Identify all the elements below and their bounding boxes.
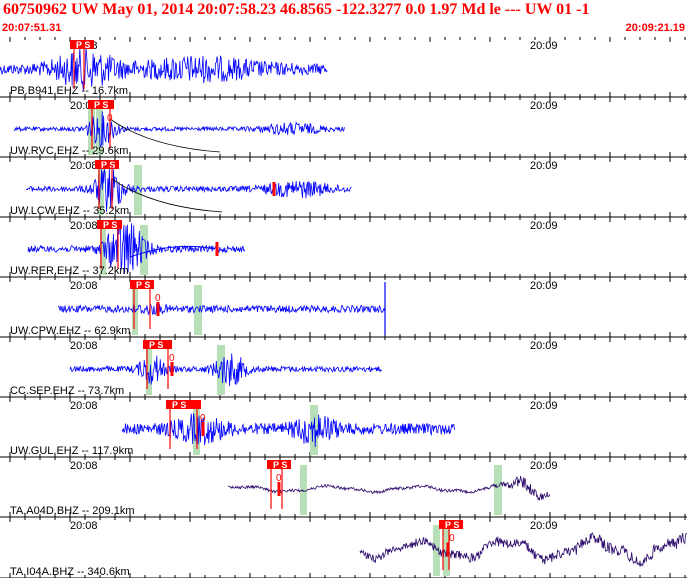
trace-row-5[interactable]: 20:08 20:09 P S 0 UW.CPW.EHZ -- 62.9km xyxy=(0,277,687,338)
waveform xyxy=(69,353,382,387)
station-label: TA.I04A.BHZ -- 340.6km xyxy=(10,566,130,578)
pick-weight-label: 0 xyxy=(107,113,113,124)
station-label: CC.SEP.EHZ -- 73.7km xyxy=(10,385,124,397)
waveform xyxy=(359,532,687,567)
tick-label-2008: 20:08 xyxy=(70,460,98,472)
pick-tag-label: P S xyxy=(94,100,108,110)
pick-weight-label: 0 xyxy=(276,473,282,484)
tick-label-2009: 20:09 xyxy=(530,280,558,292)
amplitude-marker xyxy=(446,542,450,557)
amplitude-marker xyxy=(156,302,160,316)
pick-tag-label: P S xyxy=(101,160,115,170)
tick-label-2008: 20:08 xyxy=(70,160,98,172)
station-label: PB.B941.EHZ -- 16.7km xyxy=(10,85,128,97)
tick-label-2009: 20:09 xyxy=(530,520,558,532)
tick-label-2008: 20:08 xyxy=(70,520,98,532)
event-title: 60750962 UW May 01, 2014 20:07:58.23 46.… xyxy=(3,1,590,18)
amplitude-marker xyxy=(272,182,276,196)
tick-label-2008: 20:08 xyxy=(70,280,98,292)
station-label: UW.CPW.EHZ -- 62.9km xyxy=(10,325,130,337)
waveform xyxy=(121,413,455,448)
trace-row-6[interactable]: 20:08 20:09 P S 0 CC.SEP.EHZ -- 73.7km xyxy=(0,337,687,398)
trace-row-8[interactable]: 20:08 20:09 P S 0 TA.A04D.BHZ -- 209.1km xyxy=(0,457,687,518)
amplitude-marker xyxy=(277,482,281,496)
pick-tag-label: P S xyxy=(149,340,163,350)
tick-label-2008: 20:08 xyxy=(70,340,98,352)
end-time: 20:09:21.19 xyxy=(625,22,685,34)
tick-label-2009: 20:09 xyxy=(530,340,558,352)
pick-weight-label: 0 xyxy=(200,413,206,424)
trace-row-4[interactable]: 20:08 20:09 P S UW.RER.EHZ -- 37.2km xyxy=(0,217,687,278)
tick-label-2009: 20:09 xyxy=(530,100,558,112)
amplitude-marker xyxy=(170,362,174,376)
station-label: UW.RER.EHZ -- 37.2km xyxy=(10,265,129,277)
trace-row-1[interactable]: 20:0820:09P SPB.B941.EHZ -- 16.7km xyxy=(0,37,687,98)
tick-label-2009: 20:09 xyxy=(530,460,558,472)
pick-tag-label: P S xyxy=(76,40,90,50)
seismogram-traces[interactable]: 20:0820:09P SPB.B941.EHZ -- 16.7km20:082… xyxy=(0,37,687,578)
tick-label-2009: 20:09 xyxy=(530,160,558,172)
pick-tag-label: P S xyxy=(103,220,117,230)
event-header: 60750962 UW May 01, 2014 20:07:58.23 46.… xyxy=(0,0,687,37)
pick-window xyxy=(300,465,307,515)
seismogram-panel[interactable]: 20:0820:09P SPB.B941.EHZ -- 16.7km20:082… xyxy=(0,37,687,578)
amplitude-marker xyxy=(215,242,219,256)
station-label: UW.LCW.EHZ -- 35.2km xyxy=(10,205,129,217)
pick-tag-label: P S xyxy=(273,460,287,470)
waveform xyxy=(57,303,386,316)
trace-row-9[interactable]: 20:08 20:09 P S 0 TA.I04A.BHZ -- 340.6km xyxy=(0,517,687,578)
pick-window xyxy=(494,465,502,515)
pick-tag-label: P S xyxy=(136,280,150,290)
tick-label-2008: 20:08 xyxy=(70,400,98,412)
pick-tag-label: P S xyxy=(172,400,186,410)
pick-weight-label: 0 xyxy=(155,293,161,304)
pick-tag-label: P S xyxy=(445,520,459,530)
trace-row-3[interactable]: 20:08 20:09 P S UW.LCW.EHZ -- 35.2km xyxy=(0,157,687,218)
pick-window xyxy=(310,405,318,455)
pick-weight-label: 0 xyxy=(449,533,455,544)
waveform xyxy=(13,111,345,148)
tick-label-2009: 20:09 xyxy=(530,400,558,412)
station-label: UW.GUL.EHZ -- 117.9km xyxy=(10,445,133,457)
tick-label-2009: 20:09 xyxy=(530,40,558,52)
trace-row-2[interactable]: 20:08 20:09P S0UW.RVC.EHZ -- 29.6km xyxy=(0,97,687,158)
amplitude-marker xyxy=(201,422,205,436)
station-label: TA.A04D.BHZ -- 209.1km xyxy=(10,505,135,517)
start-time: 20:07:51.31 xyxy=(2,22,62,34)
tick-label-2009: 20:09 xyxy=(530,220,558,232)
station-label: UW.RVC.EHZ -- 29.6km xyxy=(10,145,128,157)
pick-weight-label: 0 xyxy=(169,353,175,364)
pick-window xyxy=(217,345,225,395)
trace-row-7[interactable]: 20:08 20:09 P S 0 UW.GUL.EHZ -- 117.9km xyxy=(0,397,687,458)
tick-label-2008: 20:08 xyxy=(70,220,98,232)
